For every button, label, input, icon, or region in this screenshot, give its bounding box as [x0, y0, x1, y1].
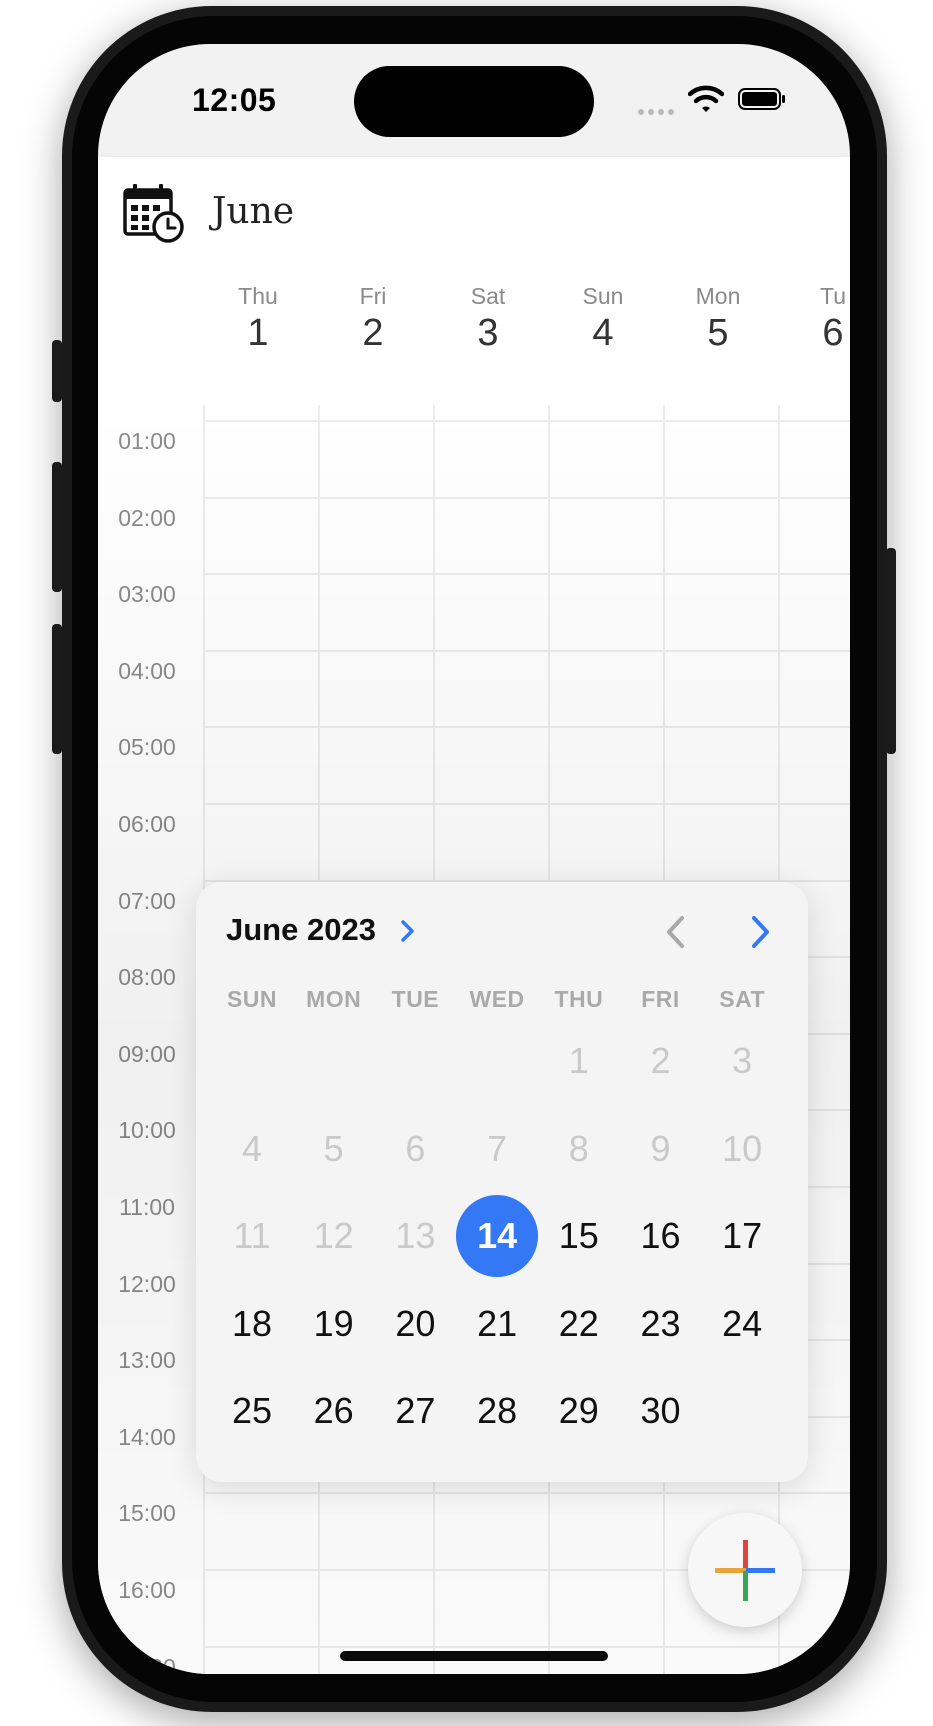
calendar-day: 9: [650, 1127, 671, 1169]
day-name: Tu: [820, 283, 846, 309]
day-column-header[interactable]: Fri 2: [323, 283, 423, 355]
calendar-day: 13: [395, 1215, 436, 1256]
calendar-clock-icon[interactable]: [122, 181, 184, 243]
calendar-day[interactable]: 16: [620, 1195, 702, 1277]
day-name: Sat: [470, 283, 506, 309]
day-column-header[interactable]: Sat 3: [438, 283, 538, 355]
calendar-day: 12: [313, 1215, 354, 1256]
calendar-day[interactable]: 26: [293, 1370, 375, 1452]
dynamic-island: [354, 66, 594, 137]
month-title[interactable]: June: [212, 191, 294, 232]
week-header: June Thu 1 Fri 2 Sat 3 Sun 4 Mon 5 Tu 6: [98, 157, 850, 405]
calendar-day: 7: [487, 1127, 508, 1169]
weekday-label: SUN: [226, 986, 278, 1012]
calendar-day: 5: [323, 1127, 344, 1169]
calendar-day[interactable]: 23: [620, 1283, 702, 1365]
cellular-signal-icon: [638, 102, 678, 120]
calendar-day[interactable]: 25: [211, 1370, 293, 1452]
volume-up-button: [52, 462, 62, 592]
calendar-day[interactable]: 28: [456, 1370, 538, 1452]
calendar-day[interactable]: 24: [701, 1283, 783, 1365]
calendar-day[interactable]: 30: [620, 1370, 702, 1452]
picker-month-label[interactable]: June 2023: [226, 912, 376, 948]
volume-down-button: [52, 624, 62, 754]
day-number: 2: [362, 312, 384, 354]
calendar-day-selected[interactable]: 14: [456, 1195, 539, 1277]
weekday-label: WED: [469, 986, 525, 1012]
action-button: [52, 340, 62, 402]
wifi-icon: [688, 85, 724, 112]
calendar-day[interactable]: 20: [374, 1283, 456, 1365]
day-number: 5: [707, 312, 729, 354]
calendar-day: 4: [241, 1127, 263, 1169]
plus-icon: [715, 1540, 775, 1601]
screen: 12:05 June Thu1Fri2Sat3Sun4Mon5Tu6 01:00…: [98, 44, 850, 1674]
calendar-day[interactable]: 29: [538, 1370, 620, 1452]
calendar-day: 11: [233, 1215, 271, 1256]
day-number: 6: [822, 312, 844, 354]
calendar-day[interactable]: 18: [211, 1283, 293, 1365]
weekday-label: SAT: [719, 986, 766, 1012]
day-number: 4: [592, 312, 614, 354]
weekday-label: THU: [554, 986, 604, 1012]
date-picker-popup: June 2023 SUN MON TUE WED THU FRI SAT 12345678…: [196, 882, 808, 1482]
calendar-day[interactable]: 22: [538, 1283, 620, 1365]
calendar-day: 6: [405, 1127, 426, 1169]
chevron-right-icon[interactable]: [398, 916, 418, 946]
day-column-header[interactable]: Sun 4: [553, 283, 653, 355]
battery-icon: [738, 88, 785, 110]
day-name: Mon: [695, 283, 741, 309]
calendar-day: 2: [650, 1040, 671, 1081]
day-name: Thu: [238, 283, 278, 309]
day-number: 1: [247, 312, 269, 354]
day-name: Sun: [582, 283, 624, 309]
day-name: Fri: [359, 283, 387, 309]
day-column-header[interactable]: Mon 5: [668, 283, 768, 355]
calendar-day[interactable]: 17: [701, 1195, 783, 1277]
calendar-day: 10: [722, 1127, 763, 1169]
status-time: 12:05: [192, 82, 277, 118]
calendar-day[interactable]: 27: [374, 1370, 456, 1452]
weekday-label: TUE: [391, 986, 440, 1012]
calendar-day[interactable]: 19: [293, 1283, 375, 1365]
calendar-day: 8: [568, 1127, 589, 1169]
calendar-day[interactable]: 15: [538, 1195, 620, 1277]
previous-month-button[interactable]: [660, 912, 690, 952]
day-number: 3: [477, 312, 499, 354]
home-indicator[interactable]: [340, 1651, 608, 1661]
day-column-header[interactable]: Tu 6: [783, 283, 850, 355]
calendar-day[interactable]: 21: [456, 1283, 538, 1365]
day-column-header[interactable]: Thu 1: [208, 283, 308, 355]
power-button: [886, 548, 896, 754]
next-month-button[interactable]: [746, 912, 776, 952]
weekday-label: MON: [306, 986, 362, 1012]
weekday-label: FRI: [641, 986, 680, 1012]
add-event-button[interactable]: [688, 1513, 802, 1627]
calendar-day: 1: [568, 1040, 589, 1081]
calendar-day: 3: [732, 1040, 753, 1081]
